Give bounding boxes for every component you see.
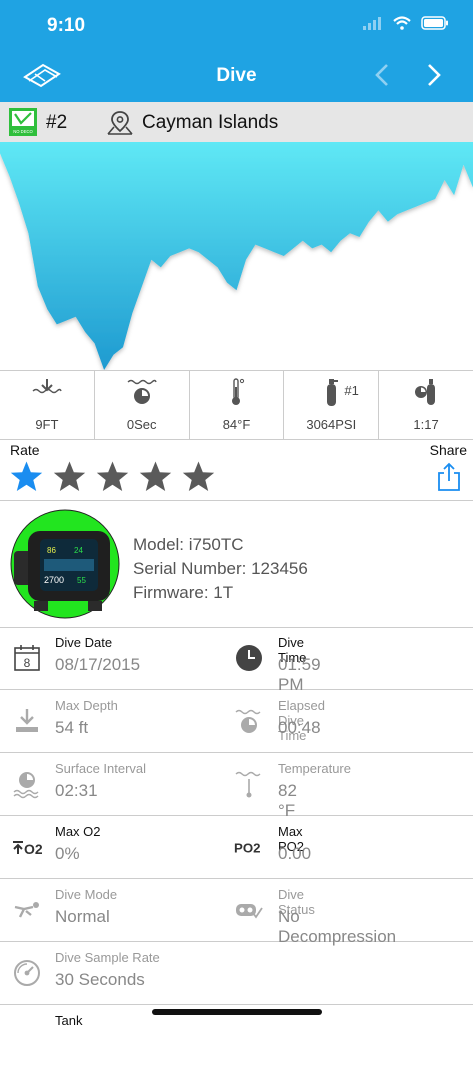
max-depth-icon	[32, 379, 62, 394]
elapsed-tank-icon	[415, 379, 436, 405]
wifi-icon	[393, 16, 411, 30]
share-button[interactable]	[436, 462, 462, 497]
temperature-value: 82 °F	[278, 781, 297, 820]
clock-icon	[236, 645, 262, 671]
sample-rate-value: 30 Seconds	[55, 970, 145, 989]
star-icon[interactable]	[139, 460, 172, 494]
nav-bar: Dive	[0, 50, 473, 102]
detail-row: Max Depth 54 ft Elapsed Dive Time 00:48	[0, 690, 473, 753]
dive-profile-chart	[0, 142, 473, 370]
location-pin-icon	[107, 111, 133, 135]
thermometer-icon	[232, 378, 245, 405]
share-icon	[438, 462, 460, 491]
battery-icon	[421, 16, 448, 30]
elapsed-time-value: 00:48	[278, 718, 321, 737]
dive-status-value: No Decompression	[278, 907, 397, 946]
dive-time-value: 01:59 PM	[278, 655, 321, 694]
max-po2-value: 0.00	[278, 844, 312, 863]
temperature-field: Temperature 82 °F	[0, 753, 351, 820]
detail-row: O2 Max O2 0% PO2 Max PO2 0.00	[0, 816, 473, 879]
elapsed-dive-time-field: Elapsed Dive Time 00:48	[0, 690, 325, 752]
dive-profile-area	[0, 142, 473, 370]
signal-icon	[363, 16, 381, 30]
surface-interval-icon	[127, 379, 157, 404]
status-bar: 9:10	[0, 0, 473, 50]
dive-computer-image: 86 24 2700 55	[10, 509, 120, 619]
device-model: Model: i750TC	[133, 535, 244, 554]
chevron-left-icon	[375, 64, 388, 86]
temperature-label: Temperature	[278, 761, 351, 776]
stat-value: 3064PSI	[306, 417, 357, 432]
stat-value: 0Sec	[126, 417, 157, 432]
chevron-right-icon	[428, 64, 441, 86]
po2-icon-text: PO2	[234, 840, 260, 855]
device-serial: Serial Number: 123456	[133, 559, 308, 578]
previous-dive-button[interactable]	[372, 62, 392, 93]
home-indicator[interactable]	[152, 1009, 322, 1015]
max-po2-field: PO2 Max PO2 0.00	[0, 816, 311, 878]
stat-temperature: 84°F	[190, 371, 285, 439]
po2-icon: PO2	[234, 840, 260, 855]
share-label: Share	[429, 442, 467, 458]
star-icon[interactable]	[10, 460, 43, 494]
device-screen-readout: 55	[77, 576, 86, 585]
detail-row: Surface Interval 02:31 Temperature 82 °F	[0, 753, 473, 820]
stat-tank-pressure: #1 3064PSI	[284, 371, 380, 439]
dive-summary-stats: 9FT 0Sec 84°F #1 3064PSI 1:17	[0, 370, 473, 440]
device-details: Model: i750TC Serial Number: 123456 Firm…	[133, 533, 308, 605]
stat-value: 84°F	[222, 417, 251, 432]
gauge-icon	[14, 960, 40, 986]
stat-value: 1:17	[413, 417, 439, 432]
stat-surface-interval: 0Sec	[95, 371, 190, 439]
dive-computer-info: 86 24 2700 55 Model: i750TC Serial Numbe…	[0, 500, 473, 628]
device-screen-readout: 24	[74, 546, 83, 555]
star-icon[interactable]	[96, 460, 129, 494]
status-icons	[363, 16, 449, 30]
dive-status-field: Dive Status No Decompression	[0, 879, 396, 946]
sample-rate-label: Dive Sample Rate	[55, 950, 160, 965]
tank-number: #1	[344, 383, 359, 398]
rate-label: Rate	[10, 442, 40, 458]
stat-tank-time: 1:17	[379, 371, 473, 439]
dive-time-field[interactable]: Dive Time 01:59 PM	[0, 627, 321, 694]
no-deco-badge-icon: NO DECO	[9, 108, 37, 136]
dive-number: #2	[46, 112, 68, 133]
detail-row: Dive Sample Rate 30 Seconds	[0, 942, 473, 1005]
dive-location-bar: NO DECO #2 Cayman Islands	[0, 102, 473, 142]
nav-title: Dive	[216, 65, 257, 86]
device-firmware: Firmware: 1T	[133, 583, 234, 602]
thermometer-icon	[235, 771, 261, 798]
star-rating[interactable]	[10, 460, 215, 494]
device-screen-readout: 86	[47, 546, 56, 555]
sample-rate-field: Dive Sample Rate 30 Seconds	[0, 942, 473, 1004]
star-icon[interactable]	[53, 460, 86, 494]
next-dive-button[interactable]	[424, 62, 444, 93]
detail-row: Dive Mode Normal Dive Status No Decompre…	[0, 879, 473, 946]
elapsed-time-icon	[235, 709, 261, 733]
star-icon[interactable]	[182, 460, 215, 494]
location-name[interactable]: Cayman Islands	[142, 112, 278, 134]
tank-label: Tank	[55, 1013, 83, 1028]
detail-row: 8 Dive Date 08/17/2015 Dive Time 01:59 P…	[0, 627, 473, 694]
status-time: 9:10	[47, 15, 86, 36]
tank-icon	[327, 379, 339, 406]
stat-max-depth: 9FT	[0, 371, 95, 439]
no-deco-badge-text: NO DECO	[13, 129, 33, 134]
device-screen-readout: 2700	[44, 575, 64, 585]
dive-mask-icon	[236, 904, 263, 919]
stat-value: 9FT	[35, 417, 59, 432]
